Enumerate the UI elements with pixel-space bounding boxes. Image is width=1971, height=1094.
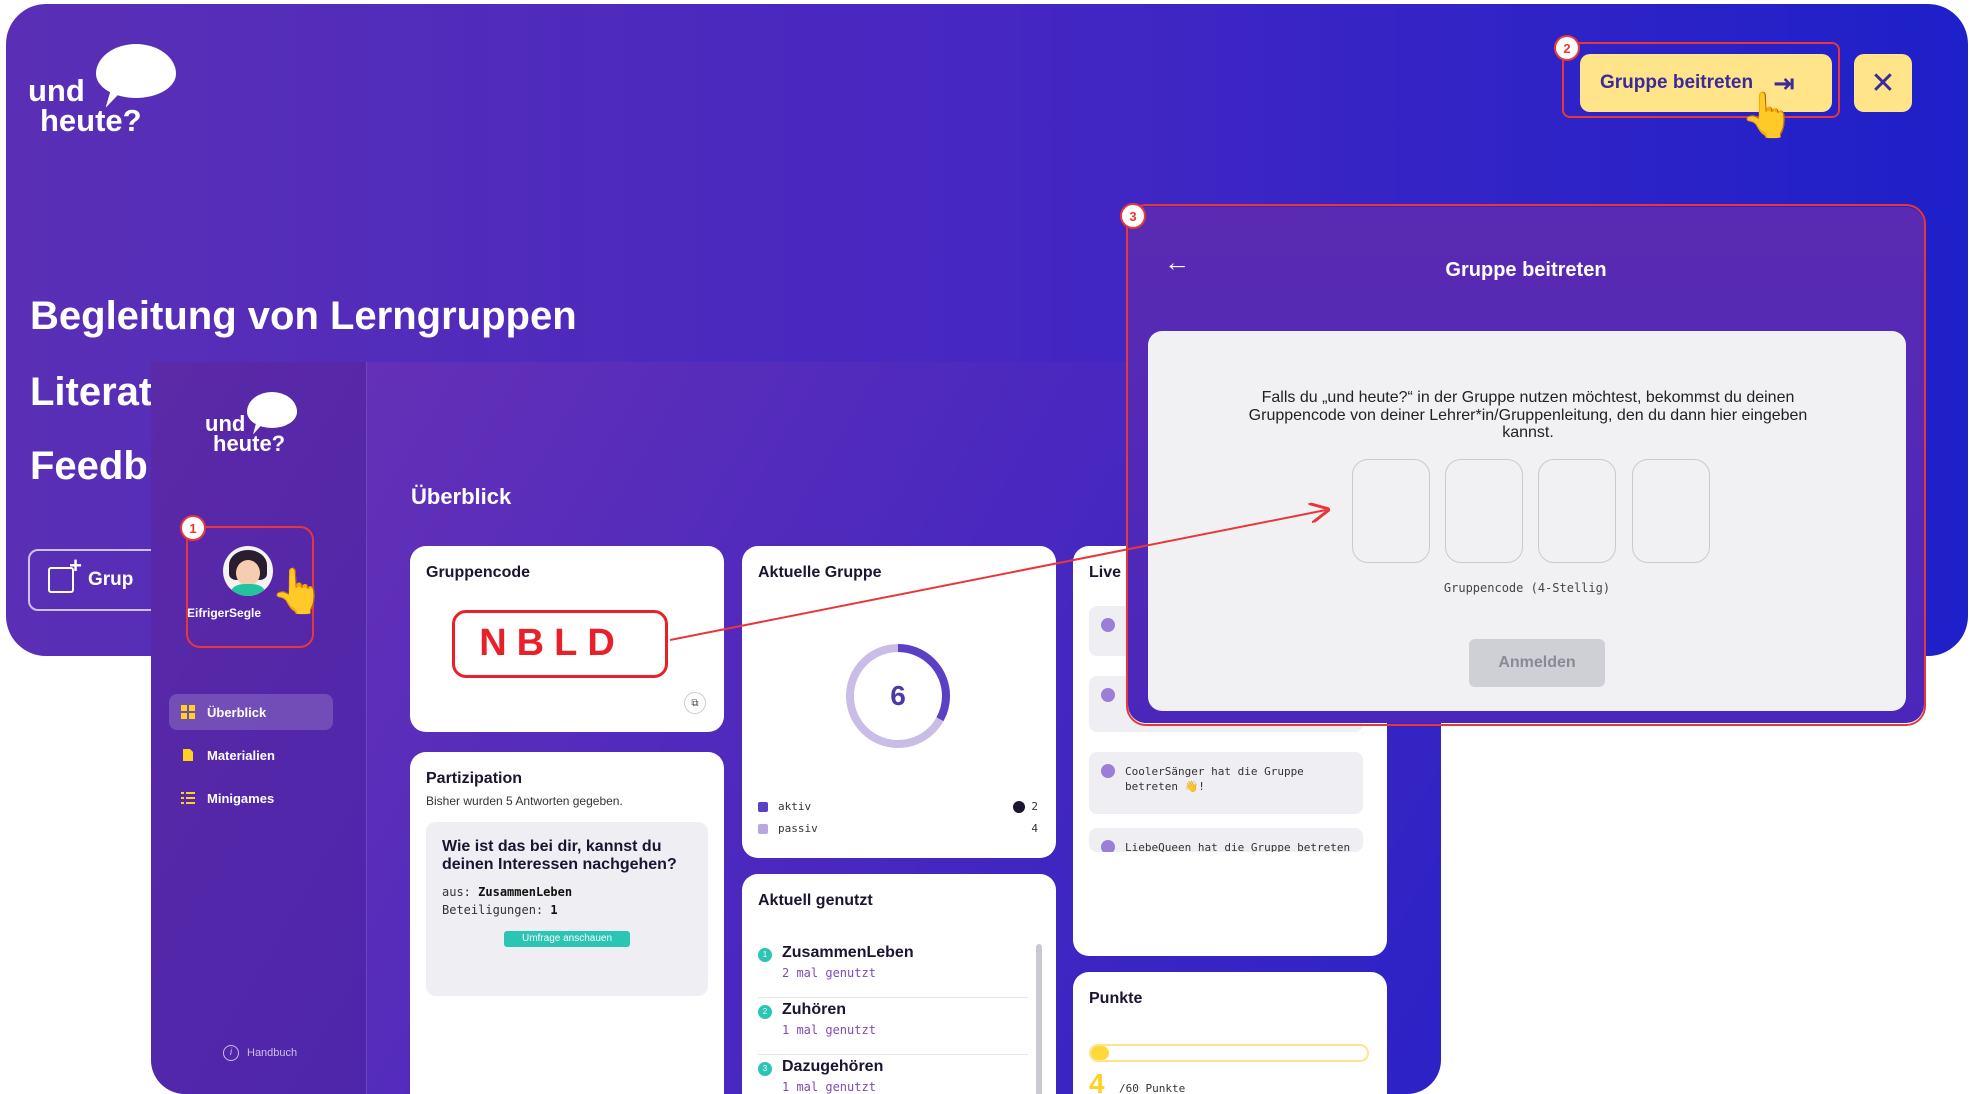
current-group-card: Aktuelle Gruppe 6 aktiv 2 passiv 4: [742, 546, 1056, 858]
close-icon: ✕: [1870, 66, 1896, 100]
book-icon: [183, 749, 193, 761]
card-title: Partizipation: [426, 770, 523, 787]
pointer-hand-icon: 👆: [270, 567, 325, 616]
points-max: /60 Punkte: [1119, 1082, 1186, 1094]
legend-passive: passiv 4: [758, 822, 1038, 835]
pointer-hand-icon: 👆: [1740, 91, 1795, 140]
points-value: 4: [1089, 1068, 1105, 1094]
logo-text-1: und: [28, 73, 85, 108]
avatar: [1101, 618, 1115, 632]
page-title: Überblick: [411, 484, 512, 509]
highlight-frame-dialog: [1126, 204, 1926, 726]
step-badge-3: 3: [1120, 203, 1146, 229]
survey-box: Wie ist das bei dir, kannst du deinen In…: [426, 822, 708, 996]
legend-swatch: [758, 801, 768, 812]
group-total: 6: [890, 680, 906, 711]
legend-active: aktiv 2: [758, 800, 1038, 813]
step-badge-1: 1: [180, 515, 206, 541]
sidebar-item-materials[interactable]: Materialien: [169, 737, 333, 773]
currently-used-card: Aktuell genutzt 1 ZusammenLeben 2 mal ge…: [742, 874, 1056, 1094]
card-title: Aktuell genutzt: [758, 892, 873, 909]
survey-question: Wie ist das bei dir, kannst du deinen In…: [442, 838, 677, 874]
view-survey-button[interactable]: Umfrage anschauen: [504, 930, 630, 947]
app-logo: und heute?: [205, 392, 305, 462]
user-dot-icon: [1013, 800, 1026, 813]
feed-item: LiebeQueen hat die Gruppe betreten: [1089, 828, 1363, 852]
list-item[interactable]: 3 Dazugehören 1 mal genutzt: [758, 1058, 1028, 1094]
survey-participations: Beteiligungen: 1: [442, 902, 558, 917]
hero-heading-3: Feedb: [30, 444, 148, 488]
hero-heading-2: Literat: [30, 370, 153, 414]
highlight-frame-code: [452, 610, 668, 678]
step-badge-2: 2: [1554, 35, 1580, 61]
participation-subtitle: Bisher wurden 5 Antworten gegeben.: [426, 794, 623, 808]
speech-bubble-icon: [96, 44, 176, 98]
legend-swatch: [758, 823, 768, 834]
logo-text-2: heute?: [40, 103, 142, 138]
handbook-label: Handbuch: [247, 1047, 298, 1059]
points-card: Punkte 4 /60 Punkte: [1073, 972, 1387, 1094]
sidebar: und heute? EifrigerSegle Überblick Mater…: [151, 362, 367, 1094]
new-group-label: Grup: [88, 569, 134, 590]
grid-icon: [181, 705, 195, 719]
highlight-frame-join: [1562, 42, 1840, 118]
points-progress-fill: [1091, 1046, 1110, 1060]
list-item[interactable]: 1 ZusammenLeben 2 mal genutzt: [758, 944, 1028, 998]
avatar: [1101, 688, 1115, 702]
points-progress-bar: [1089, 1044, 1369, 1062]
feed-item: CoolerSänger hat die Gruppe betreten 👋!: [1089, 752, 1363, 814]
sidebar-item-label: Materialien: [207, 747, 275, 763]
add-group-icon: [48, 553, 82, 593]
info-icon: i: [223, 1045, 239, 1061]
scrollbar[interactable]: [1036, 944, 1042, 1094]
sidebar-item-label: Überblick: [207, 704, 267, 720]
list-item[interactable]: 2 Zuhören 1 mal genutzt: [758, 1001, 1028, 1055]
card-title: Gruppencode: [426, 564, 531, 581]
card-title: Punkte: [1089, 990, 1143, 1007]
list-icon: [181, 792, 195, 804]
sidebar-item-minigames[interactable]: Minigames: [169, 780, 333, 816]
speech-bubble-icon: [247, 392, 297, 428]
hero-heading-1: Begleitung von Lerngruppen: [30, 294, 577, 338]
card-title: Aktuelle Gruppe: [758, 564, 882, 581]
copy-icon[interactable]: ⧉: [684, 692, 706, 714]
sidebar-item-overview[interactable]: Überblick: [169, 694, 333, 730]
participation-card: Partizipation Bisher wurden 5 Antworten …: [410, 752, 724, 1094]
app-logo: und heute?: [28, 40, 178, 140]
handbook-link[interactable]: i Handbuch: [223, 1045, 297, 1061]
logo-text-2: heute?: [213, 431, 286, 456]
avatar: [1101, 764, 1115, 778]
avatar: [1101, 840, 1115, 852]
survey-source: aus: ZusammenLeben: [442, 884, 573, 899]
sidebar-item-label: Minigames: [207, 790, 275, 806]
close-button[interactable]: ✕: [1854, 54, 1912, 112]
